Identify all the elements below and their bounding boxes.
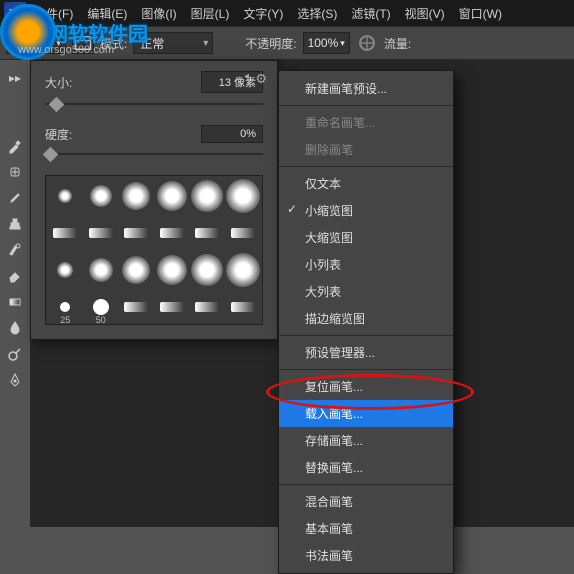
ctx-item[interactable]: 基本画笔 [279,515,453,542]
expand-tool-icon[interactable]: ▸▸ [3,66,27,90]
ctx-item: 删除画笔 [279,136,453,163]
brush-preset[interactable] [226,215,261,251]
menu-view[interactable]: 视图(V) [399,1,451,26]
size-value[interactable]: 13 像素 [201,71,263,93]
ctx-item[interactable]: 大缩览图 [279,224,453,251]
size-slider[interactable] [45,97,263,111]
brush-preset[interactable] [48,178,83,214]
watermark-url: www.orsgo500.com [18,44,114,56]
ctx-item[interactable]: 大列表 [279,278,453,305]
brush-size-num: 25 [60,315,70,325]
watermark: 网软软件园 www.orsgo500.com [0,4,148,60]
menu-type[interactable]: 文字(Y) [237,1,289,26]
panel-arrow-icon[interactable]: ◂ [244,71,249,82]
flow-label: 流量: [384,35,411,52]
brush-preset[interactable] [190,252,225,288]
brush-preset[interactable] [84,252,119,288]
eraser-tool-icon[interactable] [3,264,27,288]
separator [279,166,453,167]
opacity-input[interactable]: 100% ▾ [303,32,350,54]
pen-tool-icon[interactable] [3,368,27,392]
ctx-item[interactable]: 预设管理器... [279,339,453,366]
brush-preset[interactable] [84,215,119,251]
ctx-item[interactable]: 小列表 [279,251,453,278]
brush-preset-grid: 25 50 [45,175,263,325]
brush-preset[interactable]: 25 [48,289,83,325]
hardness-slider[interactable] [45,147,263,161]
opacity-label: 不透明度: [245,35,296,52]
separator [279,369,453,370]
ctx-item[interactable]: 新建画笔预设... [279,75,453,102]
pressure-opacity-icon[interactable] [356,32,378,54]
opacity-value: 100% [308,36,339,50]
menu-window[interactable]: 窗口(W) [453,1,508,26]
brush-preset[interactable] [226,289,261,325]
brush-preset[interactable] [226,252,261,288]
history-brush-tool-icon[interactable] [3,238,27,262]
separator [279,105,453,106]
hardness-value[interactable]: 0% [201,125,263,143]
ctx-item[interactable]: 混合画笔 [279,488,453,515]
gradient-tool-icon[interactable] [3,290,27,314]
size-label: 大小: [45,74,72,91]
hardness-label: 硬度: [45,126,72,143]
brush-preset[interactable] [155,215,190,251]
brush-preset[interactable] [84,178,119,214]
toolbar: ▸▸ [0,60,30,527]
menu-filter[interactable]: 滤镜(T) [345,1,396,26]
brush-preset[interactable] [119,252,154,288]
ctx-item[interactable]: 书法画笔 [279,542,453,569]
eyedropper-tool-icon[interactable] [3,134,27,158]
brush-preset[interactable] [48,215,83,251]
brush-preset[interactable] [190,178,225,214]
brush-preset-panel: ◂ ⚙ 大小: 13 像素 硬度: 0% 25 50 [30,60,278,340]
brush-preset[interactable]: 50 [84,289,119,325]
brush-tool-icon[interactable] [3,186,27,210]
menu-layer[interactable]: 图层(L) [185,1,236,26]
brush-size-num: 50 [96,315,106,325]
ctx-item[interactable]: 仅文本 [279,170,453,197]
chevron-down-icon: ▾ [340,38,345,49]
ctx-item[interactable]: 存储画笔... [279,427,453,454]
dodge-tool-icon[interactable] [3,342,27,366]
brush-preset[interactable] [155,178,190,214]
brush-preset[interactable] [119,289,154,325]
stamp-tool-icon[interactable] [3,212,27,236]
brush-preset[interactable] [48,252,83,288]
separator [279,484,453,485]
brush-preset[interactable] [119,215,154,251]
brush-preset[interactable] [226,178,261,214]
ctx-item[interactable]: 小缩览图 [279,197,453,224]
ctx-item[interactable]: 复位画笔... [279,373,453,400]
ctx-item[interactable]: 描边缩览图 [279,305,453,332]
brush-preset[interactable] [190,215,225,251]
menu-select[interactable]: 选择(S) [291,1,343,26]
brush-context-menu: 新建画笔预设... 重命名画笔...删除画笔仅文本小缩览图大缩览图小列表大列表描边… [278,70,454,574]
ctx-item: 重命名画笔... [279,109,453,136]
panel-menu-gear-icon[interactable]: ⚙ [255,71,267,87]
brush-preset[interactable] [155,252,190,288]
ctx-item[interactable]: 载入画笔... [279,400,453,427]
healing-tool-icon[interactable] [3,160,27,184]
brush-preset[interactable] [119,178,154,214]
brush-preset[interactable] [155,289,190,325]
brush-preset[interactable] [190,289,225,325]
watermark-title: 网软软件园 [48,18,148,47]
blur-tool-icon[interactable] [3,316,27,340]
separator [279,335,453,336]
ctx-item[interactable]: 替换画笔... [279,454,453,481]
